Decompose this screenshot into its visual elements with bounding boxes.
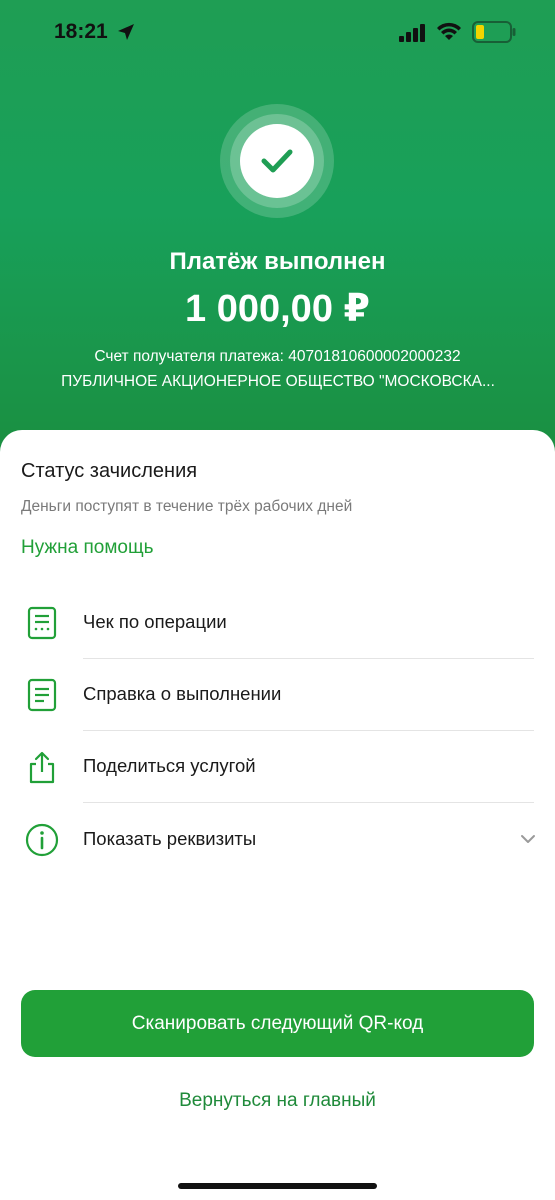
payment-status-title: Платёж выполнен <box>169 248 386 275</box>
chevron-down-icon[interactable] <box>519 830 537 848</box>
need-help-link[interactable]: Нужна помощь <box>21 537 154 559</box>
action-label: Справка о выполнении <box>83 683 282 704</box>
wifi-icon <box>437 22 461 40</box>
info-icon <box>25 823 59 857</box>
share-icon <box>29 751 55 784</box>
action-label: Поделиться услугой <box>83 755 256 776</box>
cellular-signal-icon <box>399 24 425 42</box>
header-background <box>0 0 555 470</box>
action-receipt[interactable]: Чек по операции <box>0 587 555 659</box>
location-arrow-icon <box>118 24 134 40</box>
status-time: 18:21 <box>54 20 108 43</box>
receipt-icon <box>27 606 57 640</box>
crediting-status-title: Статус зачисления <box>21 460 198 482</box>
battery-icon <box>472 21 516 43</box>
action-certificate[interactable]: Справка о выполнении <box>0 659 555 731</box>
home-indicator[interactable] <box>178 1183 377 1189</box>
status-bar: 18:21 <box>0 0 555 66</box>
action-label: Чек по операции <box>83 611 227 632</box>
action-show-details[interactable]: Показать реквизиты <box>0 804 555 876</box>
action-label: Показать реквизиты <box>83 828 257 849</box>
action-share[interactable]: Поделиться услугой <box>0 731 555 803</box>
return-home-link[interactable]: Вернуться на главный <box>0 1090 555 1112</box>
crediting-status-description: Деньги поступят в течение трёх рабочих д… <box>21 498 353 515</box>
scan-next-qr-button[interactable]: Сканировать следующий QR-код <box>21 990 534 1057</box>
document-icon <box>27 678 57 712</box>
payment-amount: 1 000,00 ₽ <box>185 288 370 330</box>
divider <box>83 802 534 803</box>
recipient-name: ПУБЛИЧНОЕ АКЦИОНЕРНОЕ ОБЩЕСТВО "МОСКОВСК… <box>61 373 495 390</box>
recipient-account: Счет получателя платежа: 407018106000020… <box>94 348 461 365</box>
success-check-icon <box>220 104 334 218</box>
